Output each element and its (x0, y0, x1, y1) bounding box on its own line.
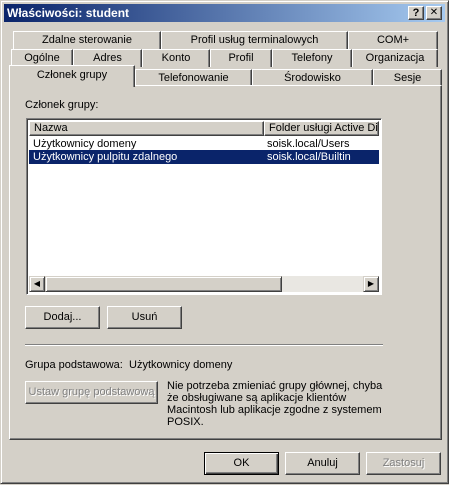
properties-dialog: Właściwości: student ? ✕ Zdalne sterowan… (0, 0, 449, 484)
list-item[interactable]: Użytkownicy domeny soisk.local/Users (29, 137, 379, 151)
list-item-selected[interactable]: Użytkownicy pulpitu zdalnego soisk.local… (29, 150, 379, 164)
groups-list[interactable]: Nazwa Folder usługi Active Dire Użytkown… (26, 118, 382, 295)
note-line: Nie potrzeba zmieniać grupy głównej, chy… (167, 380, 383, 392)
remove-button[interactable]: Usuń (107, 306, 182, 329)
ok-button[interactable]: OK (204, 452, 279, 475)
add-button-label: Dodaj... (43, 311, 82, 323)
scrollbar-thumb[interactable] (45, 276, 282, 292)
scroll-right-arrow-icon[interactable]: ▶ (363, 276, 379, 292)
separator (25, 344, 383, 346)
group-folder: soisk.local/Builtin (267, 151, 351, 163)
cancel-button[interactable]: Anuluj (285, 452, 360, 475)
add-button[interactable]: Dodaj... (25, 306, 100, 329)
apply-button-label: Zastosuj (382, 457, 425, 469)
remove-button-label: Usuń (131, 311, 158, 323)
horizontal-scrollbar[interactable]: ◀ ▶ (29, 276, 379, 292)
apply-button: Zastosuj (366, 452, 441, 475)
column-header-folder[interactable]: Folder usługi Active Dire (264, 121, 379, 136)
scroll-left-arrow-icon[interactable]: ◀ (29, 276, 45, 292)
ok-button-label: OK (233, 457, 250, 469)
cancel-button-label: Anuluj (307, 457, 338, 469)
group-name: Użytkownicy domeny (33, 138, 137, 150)
column-header-name[interactable]: Nazwa (29, 121, 264, 136)
primary-group-note: Nie potrzeba zmieniać grupy głównej, chy… (167, 380, 397, 428)
group-folder: soisk.local/Users (267, 138, 350, 150)
set-primary-group-button: Ustaw grupę podstawową (25, 381, 158, 404)
set-primary-group-label: Ustaw grupę podstawową (28, 386, 155, 398)
note-line: Macintosh lub aplikacje zgodne z systeme… (167, 404, 382, 416)
group-name: Użytkownicy pulpitu zdalnego (33, 151, 178, 163)
primary-group-label: Grupa podstawowa: (25, 359, 123, 371)
primary-group-value: Użytkownicy domeny (129, 359, 233, 371)
note-line: że obsługiwane są aplikacje klientów (167, 392, 347, 404)
member-of-label: Członek grupy: (25, 99, 99, 111)
note-line: POSIX. (167, 416, 204, 428)
